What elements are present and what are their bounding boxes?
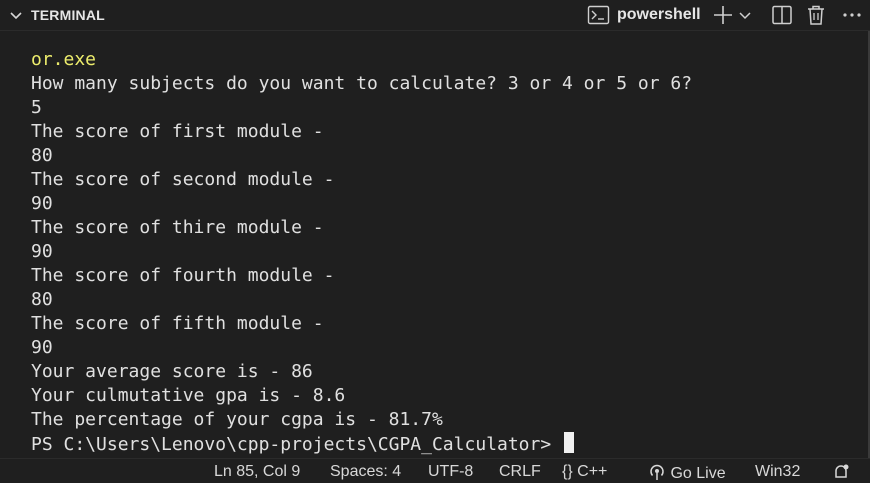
panel-header: TERMINAL powershell [0,0,870,31]
split-icon[interactable] [771,4,793,26]
terminal-line: 80 [31,145,53,166]
terminal-output[interactable]: or.exe How many subjects do you want to c… [31,48,692,456]
broadcast-icon [650,464,664,480]
terminal-line: The score of fifth module - [31,313,324,334]
terminal-line: The score of fourth module - [31,265,335,286]
status-encoding[interactable]: UTF-8 [428,463,473,481]
status-language[interactable]: {} C++ [562,463,607,481]
panel-title[interactable]: TERMINAL [31,7,105,23]
terminal-line: Your culmutative gpa is - 8.6 [31,385,346,406]
terminal-line: or.exe [31,49,97,70]
terminal-line: The percentage of your cgpa is - 81.7% [31,409,443,430]
terminal-content[interactable]: or.exe How many subjects do you want to c… [0,31,870,458]
terminal-panel: TERMINAL powershell or.exe How many subj… [0,0,870,483]
go-live-button[interactable]: Go Live [648,463,726,483]
terminal-line: 80 [31,289,53,310]
status-indentation[interactable]: Spaces: 4 [330,463,401,481]
terminal-line: 5 [31,97,42,118]
chevron-down-icon[interactable] [738,4,752,26]
status-bar: Ln 85, Col 9 Spaces: 4 UTF-8 CRLF {} C++… [0,458,870,483]
plus-icon[interactable] [712,4,734,26]
status-platform[interactable]: Win32 [755,463,800,481]
notifications-icon[interactable] [832,463,850,483]
trash-icon[interactable] [806,4,826,26]
terminal-line: 90 [31,241,53,262]
terminal-cursor [564,432,575,453]
more-icon[interactable] [842,4,864,26]
terminal-line: The score of first module - [31,121,324,142]
chevron-down-icon[interactable] [9,9,23,23]
status-cursor-position[interactable]: Ln 85, Col 9 [214,463,300,481]
terminal-line: 90 [31,193,53,214]
terminal-line: The score of second module - [31,169,335,190]
shell-selector[interactable]: powershell [617,6,701,24]
terminal-icon [587,4,611,26]
go-live-label: Go Live [670,465,726,482]
terminal-line: How many subjects do you want to calcula… [31,73,693,94]
terminal-prompt-line[interactable]: PS C:\Users\Lenovo\cpp-projects\CGPA_Cal… [31,432,692,456]
status-eol[interactable]: CRLF [499,463,541,481]
terminal-line: 90 [31,337,53,358]
terminal-line: Your average score is - 86 [31,361,313,382]
terminal-prompt: PS C:\Users\Lenovo\cpp-projects\CGPA_Cal… [31,434,563,455]
braces-icon: {} [562,463,573,480]
terminal-line: The score of thire module - [31,217,324,238]
status-language-label: C++ [577,463,608,480]
